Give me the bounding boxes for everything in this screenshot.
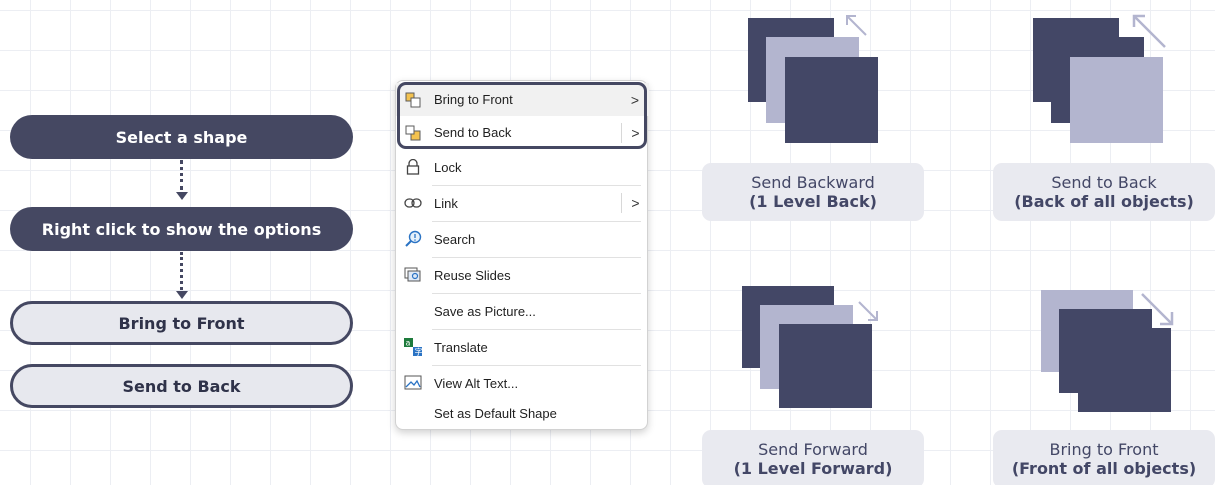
caption-subtitle: (1 Level Back) xyxy=(749,192,877,211)
menu-item-translate[interactable]: a字 Translate xyxy=(396,329,649,365)
option-bring-to-front: Bring to Front xyxy=(10,301,353,345)
shape-front xyxy=(785,57,878,143)
svg-text:字: 字 xyxy=(415,347,423,357)
send-to-back-icon xyxy=(404,124,422,142)
option-send-to-back-label: Send to Back xyxy=(122,376,241,396)
caption-title: Send Forward xyxy=(758,440,868,459)
menu-item-search[interactable]: Search xyxy=(396,221,649,257)
menu-item-bring-to-front[interactable]: Bring to Front > xyxy=(396,83,649,116)
step-right-click: Right click to show the options xyxy=(10,207,353,251)
context-menu: Bring to Front > Send to Back > Lock Lin… xyxy=(395,80,649,431)
menu-item-reuse-slides[interactable]: Reuse Slides xyxy=(396,257,649,293)
shape-front xyxy=(779,324,872,408)
caption-send-backward: Send Backward (1 Level Back) xyxy=(702,163,924,221)
reuse-slides-icon xyxy=(404,266,422,284)
menu-item-label: View Alt Text... xyxy=(434,375,519,391)
menu-item-label: Save as Picture... xyxy=(434,303,536,319)
arrow-down-right-icon xyxy=(1141,293,1174,326)
search-icon xyxy=(404,230,422,248)
flow-arrow-2-icon xyxy=(176,291,188,299)
menu-item-set-as-default-shape[interactable]: Set as Default Shape xyxy=(396,395,649,431)
menu-item-link[interactable]: Link > xyxy=(396,185,649,221)
shape-front xyxy=(1078,328,1171,412)
caption-subtitle: (Front of all objects) xyxy=(1011,459,1197,478)
menu-item-label: Link xyxy=(434,195,458,211)
arrow-down-right-icon xyxy=(858,301,878,321)
menu-item-label: Bring to Front xyxy=(434,92,513,107)
option-send-to-back: Send to Back xyxy=(10,364,353,408)
lock-icon xyxy=(404,158,422,176)
menu-item-label: Set as Default Shape xyxy=(434,405,557,421)
bring-to-front-icon xyxy=(404,91,422,109)
flow-connector-2 xyxy=(180,252,183,290)
arrow-up-left-icon xyxy=(1132,14,1166,48)
alt-text-icon xyxy=(404,374,422,392)
caption-title: Send Backward xyxy=(751,173,875,192)
step-right-click-label: Right click to show the options xyxy=(41,219,322,239)
chevron-right-icon: > xyxy=(621,122,649,143)
caption-send-forward: Send Forward (1 Level Forward) xyxy=(702,430,924,485)
menu-item-label: Reuse Slides xyxy=(434,267,511,283)
menu-item-send-to-back[interactable]: Send to Back > xyxy=(396,116,649,149)
flow-arrow-1-icon xyxy=(176,192,188,200)
menu-item-label: Translate xyxy=(434,339,488,355)
translate-icon: a字 xyxy=(404,338,422,356)
caption-subtitle: (Back of all objects) xyxy=(1014,192,1194,211)
link-icon xyxy=(404,194,422,212)
arrow-up-left-icon xyxy=(846,15,867,36)
step-select-shape: Select a shape xyxy=(10,115,353,159)
caption-send-to-back: Send to Back (Back of all objects) xyxy=(993,163,1215,221)
menu-item-label: Send to Back xyxy=(434,125,512,140)
svg-text:a: a xyxy=(406,339,411,348)
shape-front xyxy=(1070,57,1163,143)
menu-item-label: Lock xyxy=(434,159,462,175)
option-bring-to-front-label: Bring to Front xyxy=(118,313,245,333)
menu-item-lock[interactable]: Lock xyxy=(396,149,649,185)
menu-item-label: Search xyxy=(434,231,476,247)
caption-subtitle: (1 Level Forward) xyxy=(733,459,893,478)
caption-title: Bring to Front xyxy=(1049,440,1159,459)
caption-title: Send to Back xyxy=(1051,173,1157,192)
chevron-right-icon: > xyxy=(630,91,640,108)
chevron-right-icon: > xyxy=(621,193,649,213)
caption-bring-to-front: Bring to Front (Front of all objects) xyxy=(993,430,1215,485)
step-select-shape-label: Select a shape xyxy=(115,127,248,147)
flow-connector-1 xyxy=(180,160,183,190)
menu-item-save-as-picture[interactable]: Save as Picture... xyxy=(396,293,649,329)
